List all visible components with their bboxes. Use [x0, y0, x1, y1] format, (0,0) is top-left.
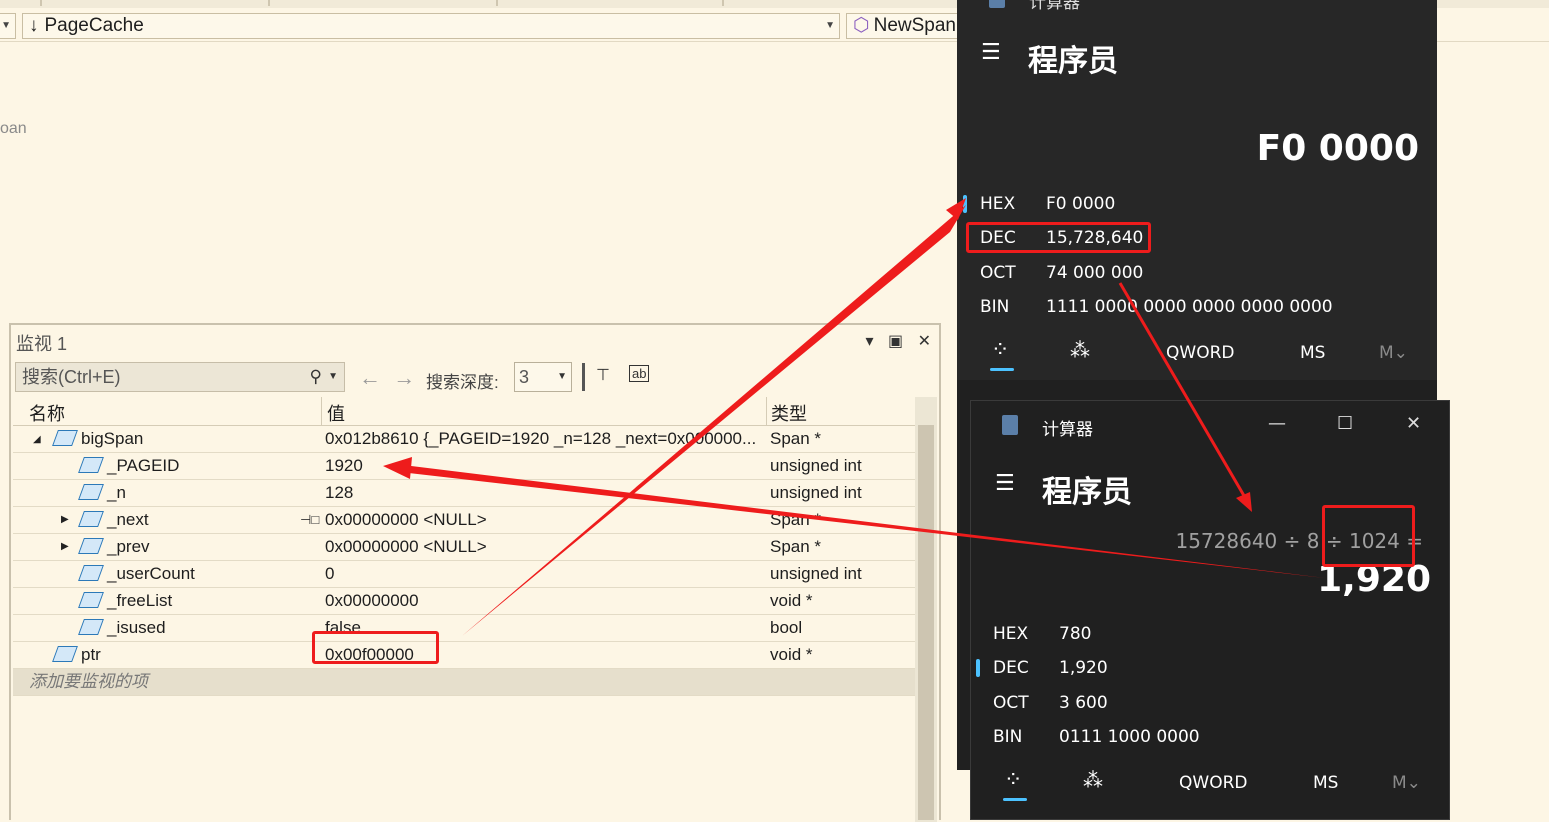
arrow-head-icon: [1236, 492, 1252, 512]
annotation-arrow-ptr-to-hex: [462, 205, 966, 636]
arrow-head-icon: [383, 457, 412, 479]
annotation-arrow-dec-to-expression: [1118, 282, 1252, 507]
annotation-arrows: [383, 198, 1325, 636]
annotation-arrow-result-to-pageid: [395, 464, 1325, 578]
